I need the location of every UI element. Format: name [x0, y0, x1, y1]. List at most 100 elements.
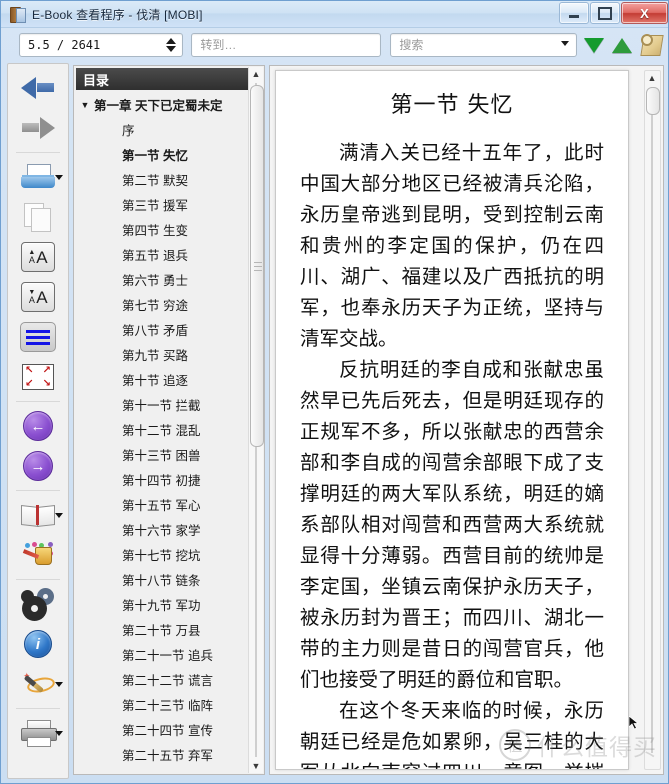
toc-item[interactable]: 第九节 买路 — [76, 342, 249, 367]
spinner-down-icon[interactable] — [165, 46, 176, 52]
close-button[interactable]: X — [621, 2, 668, 24]
main-toolbar — [7, 30, 665, 60]
toc-scrollbar[interactable]: ▲ ▼ — [248, 67, 264, 773]
toc-header: 目录 — [76, 68, 249, 90]
toc-item-label: 第二十六节 反复 — [122, 770, 213, 772]
goto-field[interactable] — [191, 33, 382, 57]
reader-scroll-thumb[interactable] — [646, 87, 660, 115]
arrow-right-icon — [21, 116, 55, 140]
toc-item[interactable]: 第二十五节 弃军 — [76, 742, 249, 767]
toc-item[interactable]: 第二十六节 反复 — [76, 767, 249, 772]
chevron-down-icon[interactable] — [55, 513, 63, 518]
toc-item[interactable]: 第十二节 混乱 — [76, 417, 249, 442]
spinner-up-icon[interactable] — [165, 38, 176, 44]
toc-item[interactable]: 第三节 援军 — [76, 192, 249, 217]
bookmark-button[interactable] — [10, 495, 66, 535]
rail-divider — [16, 152, 60, 153]
toc-item[interactable]: 第十五节 军心 — [76, 492, 249, 517]
scroll-icon-button[interactable] — [639, 32, 665, 58]
toc-item-label: 第一节 失忆 — [122, 149, 188, 163]
toc-item[interactable]: 第四节 生变 — [76, 217, 249, 242]
preferences-button[interactable] — [10, 584, 66, 624]
font-larger-icon: ▲ A A — [21, 242, 55, 272]
find-next-button[interactable] — [581, 32, 606, 58]
toc-item[interactable]: 第十节 追逐 — [76, 367, 249, 392]
back-button[interactable] — [10, 68, 66, 108]
toc-item[interactable]: 第十三节 困兽 — [76, 442, 249, 467]
toc-item[interactable]: 第十七节 挖坑 — [76, 542, 249, 567]
toc-list[interactable]: ▼ 第一章 天下已定蜀未定序第一节 失忆第二节 默契第三节 援军第四节 生变 第五节… — [76, 92, 249, 772]
chevron-down-icon[interactable] — [55, 731, 63, 736]
chevron-down-icon[interactable] — [55, 175, 63, 180]
info-icon: i — [24, 630, 52, 658]
toc-scroll-up-button[interactable]: ▲ — [249, 67, 263, 81]
toc-item-label: 第六节 勇士 — [122, 274, 188, 288]
toc-item[interactable]: 第二十一节 追兵 — [76, 642, 249, 667]
toc-item[interactable]: ▼ 第一章 天下已定蜀未定 — [76, 92, 249, 117]
toc-item-label: 序 — [122, 124, 135, 138]
toc-item[interactable]: 第七节 穷途 — [76, 292, 249, 317]
fullscreen-button[interactable]: ↖ ↗ ↙ ↘ — [10, 357, 66, 397]
toc-item[interactable]: 第十四节 初捷 — [76, 467, 249, 492]
search-input[interactable] — [397, 37, 570, 53]
spinner-arrows[interactable] — [165, 36, 176, 54]
toc-item[interactable]: 第十八节 链条 — [76, 567, 249, 592]
rail-divider — [16, 490, 60, 491]
toc-item[interactable]: 第二十节 万县 — [76, 617, 249, 642]
reader-scrollbar[interactable]: ▲ — [644, 70, 661, 770]
toc-item[interactable]: 第二十四节 宣传 — [76, 717, 249, 742]
maximize-button[interactable] — [590, 2, 620, 24]
toc-item[interactable]: 第五节 退兵 — [76, 242, 249, 267]
decrease-font-button[interactable]: ▼ A A — [10, 277, 66, 317]
triangle-up-icon — [612, 37, 633, 53]
minimize-icon — [569, 14, 579, 18]
toc-item[interactable]: 第十一节 拦截 — [76, 392, 249, 417]
toc-item-label: 第十三节 困兽 — [122, 449, 201, 463]
chevron-down-icon[interactable] — [561, 41, 570, 46]
find-previous-button[interactable] — [610, 32, 635, 58]
next-page-button[interactable]: → — [10, 446, 66, 486]
toc-item-label: 第三节 援军 — [122, 199, 188, 213]
position-spinner[interactable] — [19, 33, 184, 57]
toc-scroll-thumb[interactable] — [250, 85, 264, 447]
goto-input[interactable] — [198, 37, 381, 53]
library-button[interactable] — [10, 157, 66, 197]
gears-icon — [23, 590, 53, 618]
triangle-down-icon — [583, 37, 604, 53]
toc-item[interactable]: 序 — [76, 117, 249, 142]
info-button[interactable]: i — [10, 624, 66, 664]
increase-font-button[interactable]: ▲ A A — [10, 237, 66, 277]
toc-item[interactable]: 第二节 默契 — [76, 167, 249, 192]
chevron-down-icon[interactable] — [55, 682, 63, 687]
forward-button[interactable] — [10, 108, 66, 148]
line-spacing-button[interactable] — [10, 317, 66, 357]
print-button[interactable] — [10, 713, 66, 753]
toc-item-label: 第十九节 军功 — [122, 599, 201, 613]
theme-button[interactable] — [10, 535, 66, 575]
prev-page-button[interactable]: ← — [10, 406, 66, 446]
toc-item[interactable]: 第二十三节 临阵 — [76, 692, 249, 717]
toc-item[interactable]: 第八节 矛盾 — [76, 317, 249, 342]
ebook-viewer-window: E-Book 查看程序 - 伐清 [MOBI] X 5.5 / 2641 转到…… — [0, 0, 669, 784]
tools-button[interactable]: ✦ — [10, 664, 66, 704]
toc-item[interactable]: 第二十二节 谎言 — [76, 667, 249, 692]
chevron-down-icon[interactable]: ▼ — [76, 100, 94, 110]
toc-item[interactable]: 第一节 失忆 — [76, 142, 249, 167]
toc-item[interactable]: 第十九节 军功 — [76, 592, 249, 617]
position-input[interactable] — [26, 37, 170, 53]
minimize-button[interactable] — [559, 2, 589, 24]
search-field[interactable] — [390, 33, 578, 57]
paragraph: 满清入关已经十五年了，此时中国大部分地区已经被清兵沦陷，永历皇帝逃到昆明，受到控… — [300, 141, 604, 350]
toc-item-label: 第七节 穷途 — [122, 299, 188, 313]
toc-item-label: 第二十一节 追兵 — [122, 649, 213, 663]
copy-button[interactable] — [10, 197, 66, 237]
toc-item[interactable]: 第六节 勇士 — [76, 267, 249, 292]
reader-scroll-track[interactable] — [651, 87, 653, 753]
magic-wand-icon: ✦ — [23, 671, 57, 697]
reader-scroll-up-button[interactable]: ▲ — [645, 71, 659, 85]
toc-item-label: 第二十四节 宣传 — [122, 724, 213, 738]
toc-scroll-down-button[interactable]: ▼ — [249, 759, 263, 773]
toc-item[interactable]: 第十六节 家学 — [76, 517, 249, 542]
lines-icon — [20, 322, 56, 352]
page-title: 第一节 失忆 — [390, 93, 514, 118]
